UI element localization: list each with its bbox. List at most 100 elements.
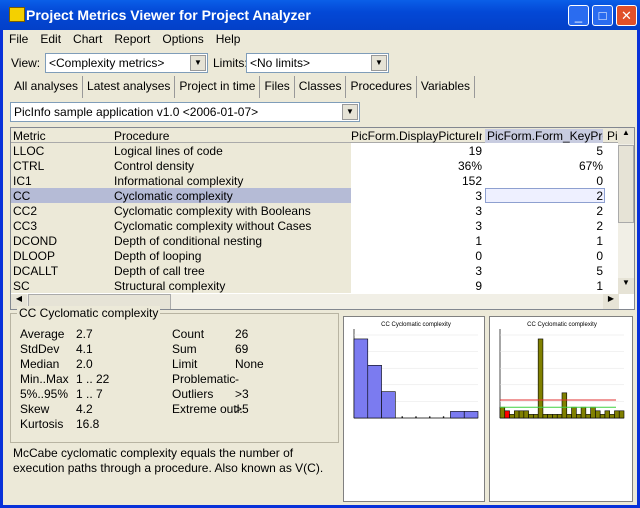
table-row[interactable]: DCALLT Depth of call tree 3 5 [11, 263, 619, 278]
chart-bar [618, 410, 625, 419]
chart-bar [353, 338, 369, 419]
stat-label: Skew [20, 402, 50, 416]
header-col-2[interactable]: PicForm.Form_KeyPress [485, 129, 603, 143]
chart-bar [566, 414, 572, 419]
stat-label: Kurtosis [20, 417, 64, 431]
tab-procedures[interactable]: Procedures [346, 76, 415, 98]
menu-help[interactable]: Help [210, 30, 247, 49]
stat-value: 1 .. 7 [76, 387, 103, 401]
tab-files[interactable]: Files [260, 76, 295, 98]
cell: 2 [596, 189, 603, 203]
stat-value: 1 .. 22 [76, 372, 110, 386]
cell: 0 [596, 249, 603, 263]
title-bar[interactable]: Project Metrics Viewer for Project Analy… [0, 0, 640, 30]
stats-title: CC Cyclomatic complexity [17, 306, 161, 320]
view-select[interactable]: <Complexity metrics> ▼ [45, 53, 208, 73]
menu-options[interactable]: Options [156, 30, 209, 49]
header-metric[interactable]: Metric [13, 129, 108, 143]
cell: IC1 [13, 174, 32, 188]
menu-file[interactable]: File [3, 30, 34, 49]
menu-chart[interactable]: Chart [67, 30, 108, 49]
tab-variables[interactable]: Variables [415, 76, 475, 98]
stats-group: CC Cyclomatic complexity Average 2.7 StdDe… [10, 306, 339, 443]
table-row[interactable]: DLOOP Depth of looping 0 0 [11, 248, 619, 263]
tab-classes[interactable]: Classes [295, 76, 347, 98]
table-header: Metric Procedure PicForm.DisplayPictureI… [11, 128, 619, 143]
cell: 2 [596, 204, 603, 218]
menu-edit[interactable]: Edit [34, 30, 67, 49]
cell: 1 [475, 234, 482, 248]
close-button[interactable]: ✕ [616, 5, 637, 26]
chart-bar [571, 406, 577, 419]
chart-bar [552, 414, 558, 419]
tab-all-analyses[interactable]: All analyses [10, 76, 84, 98]
cell: Structural complexity [114, 279, 226, 293]
stat-value: >3 [235, 387, 249, 401]
maximize-button[interactable]: □ [592, 5, 613, 26]
table-row[interactable]: LLOC Logical lines of code 19 5 [11, 143, 619, 158]
table-row[interactable]: CC2 Cyclomatic complexity with Booleans 3 2 [11, 203, 619, 218]
minimize-button[interactable]: _ [568, 5, 589, 26]
cell: DCOND [13, 234, 57, 248]
stat-label: Outliers [172, 387, 214, 401]
chart-title: CC Cyclomatic complexity [381, 322, 451, 328]
chart-bar [523, 410, 529, 419]
chevron-down-icon[interactable]: ▼ [342, 104, 358, 120]
scroll-down-icon[interactable]: ▼ [618, 278, 634, 294]
stat-value: - [235, 372, 239, 386]
scroll-up-icon[interactable]: ▲ [618, 128, 634, 144]
menu-report[interactable]: Report [108, 30, 156, 49]
chart-bar [614, 410, 620, 419]
cell: 5 [596, 144, 603, 158]
tab-project-in-time[interactable]: Project in time [175, 76, 261, 98]
stat-value: >5 [235, 402, 249, 416]
cell: Depth of conditional nesting [114, 234, 263, 248]
header-col-1[interactable]: PicForm.DisplayPictureInfo [351, 129, 482, 143]
view-label: View: [11, 56, 41, 70]
chart-bar [542, 414, 548, 419]
cell: 3 [475, 264, 482, 278]
project-select[interactable]: PicInfo sample application v1.0 <2006-01… [10, 102, 360, 122]
cell: Depth of call tree [114, 264, 205, 278]
chart-bar [463, 411, 479, 419]
chart-bar [381, 391, 396, 419]
cell: 1 [596, 234, 603, 248]
scroll-thumb[interactable] [618, 145, 634, 223]
chart-bar [590, 406, 596, 419]
table-row[interactable]: CC Cyclomatic complexity 3 2 [11, 188, 619, 203]
chevron-down-icon[interactable]: ▼ [190, 55, 206, 71]
histogram-chart[interactable]: CC Cyclomatic complexity [343, 316, 485, 502]
project-value: PicInfo sample application v1.0 <2006-01… [14, 105, 259, 119]
tab-latest-analyses[interactable]: Latest analyses [83, 76, 176, 98]
table-row[interactable]: IC1 Informational complexity 152 0 [11, 173, 619, 188]
chart-bar [415, 416, 417, 418]
chart-bar [576, 414, 582, 419]
cell: SC [13, 279, 30, 293]
chart-bar [518, 410, 525, 419]
stat-label: 5%..95% [20, 387, 69, 401]
chart-bar [599, 414, 606, 419]
metric-description: McCabe cyclomatic complexity equals the … [13, 446, 324, 475]
table-row[interactable]: DCOND Depth of conditional nesting 1 1 [11, 233, 619, 248]
cell: 1 [596, 279, 603, 293]
chevron-down-icon[interactable]: ▼ [371, 55, 387, 71]
stat-label: Average [20, 327, 65, 341]
tab-bar: All analyses Latest analyses Project in … [10, 76, 475, 98]
cell: DCALLT [13, 264, 59, 278]
table-row[interactable]: CTRL Control density 36% 67% [11, 158, 619, 173]
chart-bar [514, 410, 520, 419]
scroll-right-icon[interactable]: ▶ [603, 294, 619, 309]
app-icon [9, 7, 25, 22]
table-row[interactable]: SC Structural complexity 9 1 [11, 278, 619, 293]
stat-label: Problematic [172, 372, 236, 386]
chart-bar [367, 365, 382, 419]
header-procedure[interactable]: Procedure [114, 129, 349, 143]
stat-value: 16.8 [76, 417, 100, 431]
limits-select[interactable]: <No limits> ▼ [246, 53, 389, 73]
cell: CTRL [13, 159, 45, 173]
table-row[interactable]: CC3 Cyclomatic complexity without Cases 3 2 [11, 218, 619, 233]
procedure-cc-chart[interactable]: CC Cyclomatic complexity [489, 316, 633, 502]
vertical-scrollbar[interactable]: ▲ ▼ [618, 128, 634, 294]
chart-bar [580, 406, 587, 419]
cell: 5 [596, 264, 603, 278]
